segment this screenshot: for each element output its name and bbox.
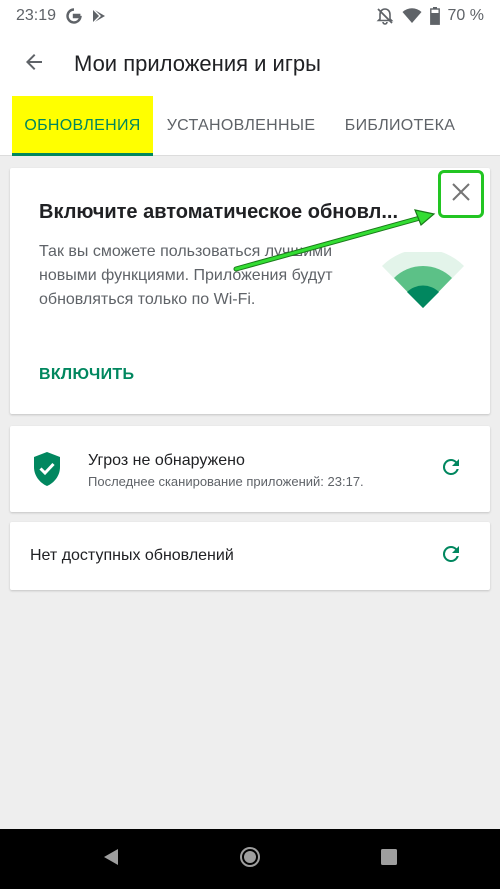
battery-percent: 70 % — [447, 7, 484, 24]
auto-update-card: Включите автоматическое обновл... Так вы… — [10, 168, 490, 414]
auto-update-title: Включите автоматическое обновл... — [39, 201, 398, 223]
nav-recents-icon — [380, 848, 398, 871]
nav-back-button[interactable] — [91, 839, 131, 879]
protect-last-scan: Последнее сканирование приложений: 23:17… — [88, 474, 364, 489]
check-updates-button[interactable] — [431, 536, 471, 576]
dismiss-button[interactable] — [438, 170, 484, 218]
status-bar: 23:19 70 % — [0, 0, 500, 32]
play-store-icon — [92, 8, 106, 24]
tab-installed[interactable]: УСТАНОВЛЕННЫЕ — [157, 96, 325, 155]
status-time: 23:19 — [16, 7, 57, 24]
enable-auto-update-button[interactable]: ВКЛЮЧИТЬ — [39, 366, 134, 384]
wifi-illustration-icon — [380, 249, 466, 315]
nav-home-button[interactable] — [230, 839, 270, 879]
no-updates-card: Нет доступных обновлений — [10, 522, 490, 590]
refresh-icon — [439, 542, 463, 571]
auto-update-description: Так вы сможете пользоваться лучшими новы… — [39, 243, 333, 308]
close-icon — [450, 181, 472, 208]
nav-home-icon — [239, 846, 261, 873]
google-g-icon — [66, 8, 82, 24]
battery-icon — [429, 7, 440, 25]
rescan-button[interactable] — [431, 449, 471, 489]
system-nav-bar — [0, 829, 500, 889]
notifications-off-icon — [376, 7, 394, 25]
back-button[interactable] — [6, 36, 62, 92]
active-tab-indicator — [12, 153, 153, 156]
shield-check-icon — [32, 451, 62, 492]
nav-recents-button[interactable] — [369, 839, 409, 879]
no-updates-text: Нет доступных обновлений — [30, 547, 234, 564]
refresh-icon — [439, 455, 463, 484]
wifi-icon — [402, 8, 422, 24]
tab-updates[interactable]: ОБНОВЛЕНИЯ — [12, 96, 153, 155]
play-protect-card[interactable]: Угроз не обнаружено Последнее сканирован… — [10, 426, 490, 512]
nav-back-icon — [101, 847, 121, 872]
app-bar: Мои приложения и игры — [0, 32, 500, 96]
page-title: Мои приложения и игры — [74, 51, 321, 76]
tab-bar: ОБНОВЛЕНИЯ УСТАНОВЛЕННЫЕ БИБЛИОТЕКА — [0, 96, 500, 156]
protect-status-title: Угроз не обнаружено — [88, 452, 245, 469]
tab-library[interactable]: БИБЛИОТЕКА — [332, 96, 468, 155]
back-arrow-icon — [22, 50, 46, 79]
